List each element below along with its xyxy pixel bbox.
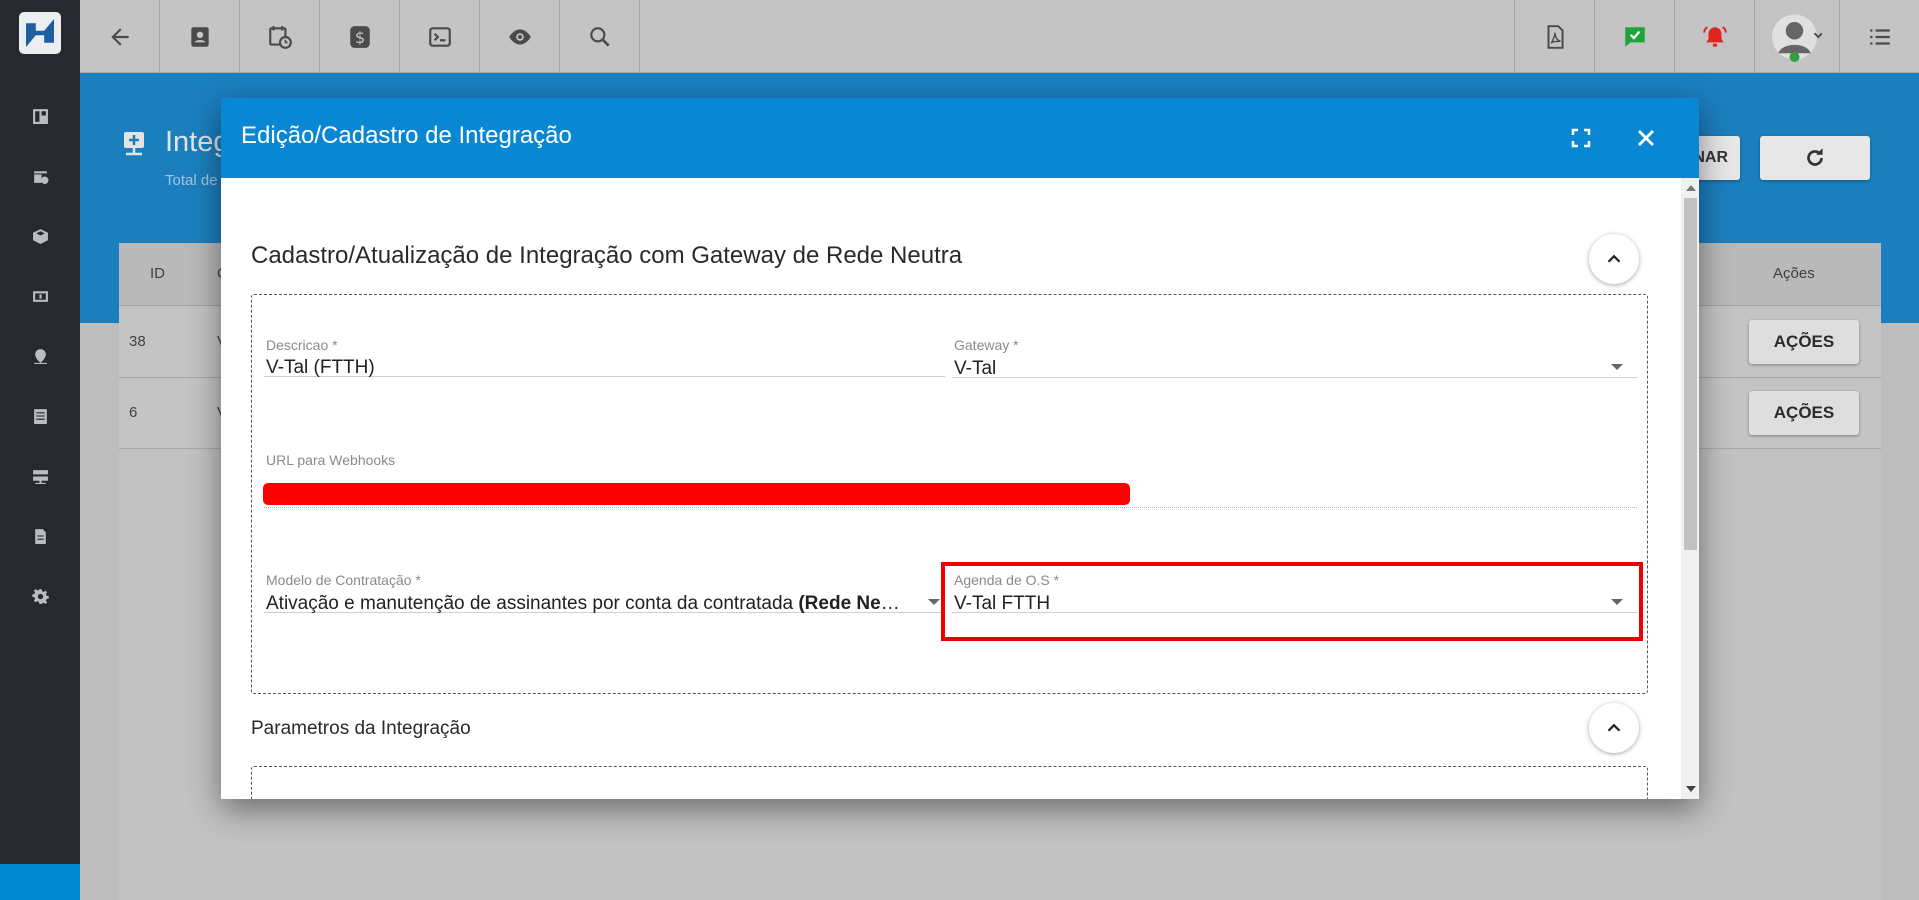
- document-icon[interactable]: [30, 526, 50, 546]
- scroll-thumb[interactable]: [1684, 198, 1697, 550]
- highlight-box: [941, 562, 1643, 641]
- section-title-gateway: Cadastro/Atualização de Integração com G…: [251, 242, 963, 269]
- row-id: 38: [129, 333, 146, 350]
- column-header-actions: Ações: [1773, 265, 1815, 282]
- descricao-label: Descricao: [266, 337, 329, 353]
- row-id: 6: [129, 404, 138, 421]
- top-toolbar: $: [80, 0, 1919, 73]
- refresh-button[interactable]: [1760, 136, 1870, 180]
- calendar-clock-icon[interactable]: [30, 166, 50, 186]
- chevron-down-icon: [1611, 364, 1623, 370]
- dialog-header: Edição/Cadastro de Integração: [221, 98, 1699, 178]
- integration-edit-dialog: Edição/Cadastro de Integração Cadastro/A…: [221, 98, 1699, 799]
- eye-icon[interactable]: [480, 0, 560, 73]
- dashboard-icon[interactable]: [30, 106, 50, 126]
- alarm-bell-icon[interactable]: [1674, 0, 1754, 73]
- parameters-fieldset: [251, 766, 1648, 799]
- webhook-url-label: URL para Webhooks: [266, 452, 396, 468]
- menu-list-icon[interactable]: [1839, 0, 1919, 73]
- list-icon[interactable]: [30, 406, 50, 426]
- schedule-icon[interactable]: [240, 0, 320, 73]
- chat-check-icon[interactable]: [1594, 0, 1674, 73]
- modelo-contratacao-select[interactable]: Modelo de Contratação * Ativação e manut…: [264, 572, 943, 615]
- refresh-icon: [1807, 148, 1823, 166]
- close-icon[interactable]: [1628, 120, 1664, 156]
- chevron-down-icon: [928, 599, 940, 605]
- fullscreen-icon[interactable]: [1563, 120, 1599, 156]
- chevron-up-icon: [1607, 254, 1621, 263]
- collapse-parameters-button[interactable]: [1589, 703, 1639, 753]
- box-icon[interactable]: [30, 226, 50, 246]
- search-icon[interactable]: [560, 0, 640, 73]
- pdf-icon[interactable]: [1514, 0, 1594, 73]
- contact-icon[interactable]: [160, 0, 240, 73]
- app-logo[interactable]: [19, 12, 61, 54]
- sidebar-footer: [0, 864, 80, 900]
- dialog-title: Edição/Cadastro de Integração: [241, 122, 572, 149]
- modelo-value-text: Ativação e manutenção de assinantes por …: [266, 593, 799, 614]
- page-title: Integ: [165, 126, 230, 158]
- modelo-value-bold: (Rede Neutra): [798, 593, 906, 614]
- scroll-up-arrow[interactable]: [1686, 185, 1696, 191]
- scroll-down-arrow[interactable]: [1686, 786, 1696, 792]
- row-actions-button[interactable]: AÇÕES: [1749, 320, 1859, 364]
- collapse-section-button[interactable]: [1589, 234, 1639, 284]
- gateway-select[interactable]: Gateway * V-Tal: [952, 337, 1637, 379]
- gateway-label: Gateway: [954, 337, 1010, 353]
- svg-text:$: $: [354, 27, 364, 46]
- map-pin-icon[interactable]: [30, 346, 50, 366]
- redacted-webhook-url: [263, 483, 1130, 505]
- modelo-value: Ativação e manutenção de assinantes por …: [266, 593, 906, 615]
- server-icon[interactable]: [30, 466, 50, 486]
- required-marker: *: [1013, 337, 1019, 353]
- money-icon[interactable]: [30, 286, 50, 306]
- dollar-icon[interactable]: $: [320, 0, 400, 73]
- required-marker: *: [332, 337, 338, 353]
- dialog-scrollbar[interactable]: [1681, 178, 1699, 799]
- gear-icon[interactable]: [30, 586, 50, 606]
- terminal-icon[interactable]: [400, 0, 480, 73]
- modelo-label: Modelo de Contratação: [266, 572, 412, 588]
- add-integration-icon: [124, 132, 144, 156]
- user-avatar-icon[interactable]: [1754, 0, 1838, 73]
- descricao-value: V-Tal (FTTH): [266, 357, 375, 378]
- chevron-up-icon: [1607, 723, 1621, 732]
- gateway-value: V-Tal: [954, 358, 997, 379]
- sidebar: [0, 0, 80, 900]
- required-marker: *: [415, 572, 421, 588]
- section-title-parameters: Parametros da Integração: [251, 718, 471, 739]
- page-subtitle: Total de: [165, 172, 218, 189]
- column-header-id[interactable]: ID: [150, 265, 165, 282]
- descricao-field[interactable]: Descricao * V-Tal (FTTH): [264, 337, 945, 378]
- row-actions-button[interactable]: AÇÕES: [1749, 391, 1859, 435]
- back-arrow-icon[interactable]: [80, 0, 160, 73]
